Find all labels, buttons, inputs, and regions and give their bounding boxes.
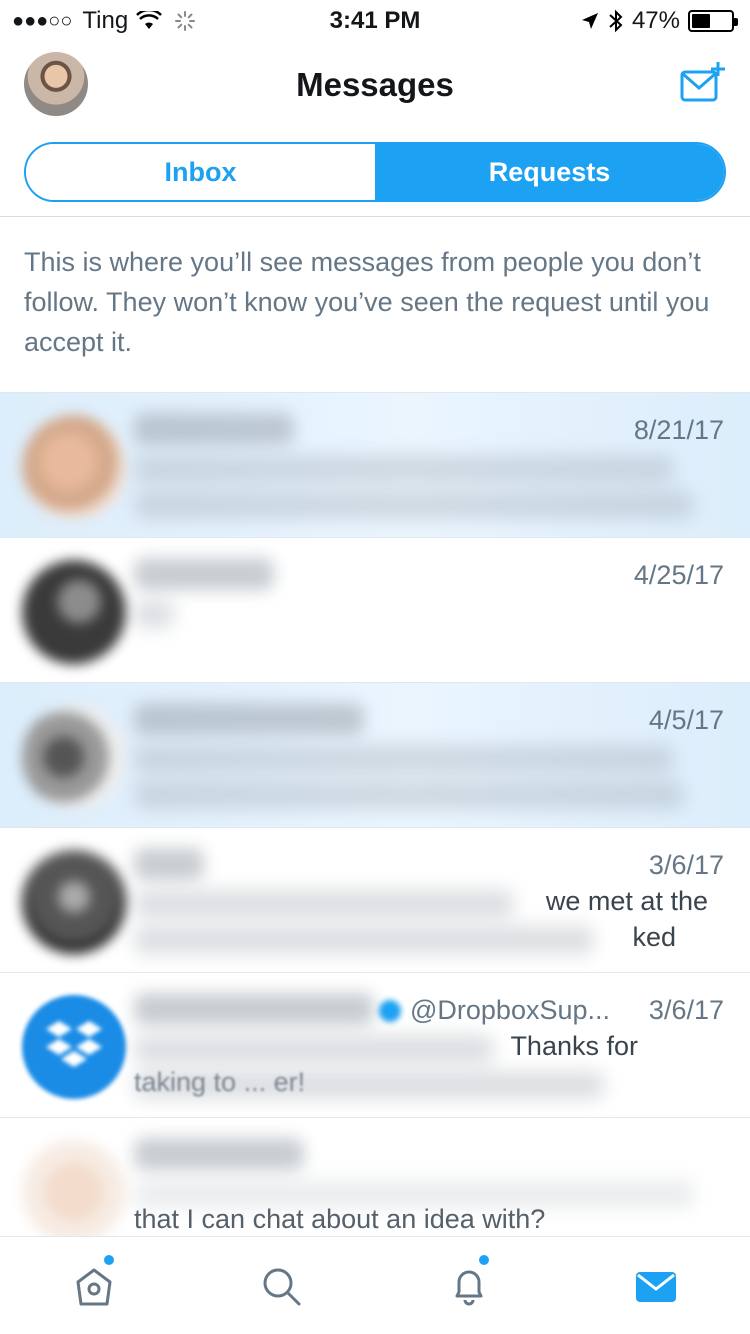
message-snippet: that I can chat about an idea with? xyxy=(134,1204,546,1234)
bottom-tab-bar xyxy=(0,1236,750,1334)
requests-info-text: This is where you’ll see messages from p… xyxy=(24,247,710,357)
new-tweets-dot xyxy=(104,1255,114,1265)
message-preview xyxy=(134,926,594,954)
tab-home[interactable] xyxy=(0,1237,188,1334)
message-snippet: we met at the xyxy=(545,886,708,916)
request-row[interactable]: @DropboxSup... 3/6/17 Thanks for taking … xyxy=(0,972,750,1117)
divider xyxy=(0,216,750,217)
message-preview xyxy=(134,491,694,519)
verified-badge-icon xyxy=(379,1000,401,1022)
envelope-icon xyxy=(636,1271,677,1302)
avatar xyxy=(22,850,126,954)
message-preview xyxy=(134,600,174,628)
new-message-icon[interactable] xyxy=(678,60,726,108)
avatar xyxy=(22,560,126,664)
page-title: Messages xyxy=(296,66,454,103)
request-date: 4/5/17 xyxy=(648,705,724,735)
header: Messages xyxy=(0,40,750,130)
battery-percent: 47% xyxy=(631,7,680,34)
sender-name xyxy=(134,993,374,1025)
dropbox-avatar xyxy=(22,995,126,1099)
search-icon xyxy=(263,1268,301,1305)
battery-level xyxy=(692,14,710,28)
status-bar: ●●●○○ Ting 3:41 PM 47% xyxy=(0,0,750,40)
request-row[interactable]: 4/5/17 xyxy=(0,682,750,827)
bluetooth-icon xyxy=(609,9,623,33)
bell-icon xyxy=(455,1270,483,1305)
tab-inbox[interactable]: Inbox xyxy=(26,144,375,200)
message-snippet: Thanks for xyxy=(510,1031,638,1061)
location-arrow-icon xyxy=(581,13,598,29)
sender-name xyxy=(134,848,204,880)
request-date: 3/6/17 xyxy=(648,850,724,880)
notification-dot xyxy=(479,1255,489,1265)
message-preview xyxy=(134,890,514,918)
request-row[interactable]: 3/6/17 we met at the ked xyxy=(0,827,750,972)
sender-name xyxy=(134,703,364,735)
battery-icon xyxy=(688,10,738,32)
request-row[interactable]: that I can chat about an idea with? xyxy=(0,1117,750,1237)
request-date: 4/25/17 xyxy=(633,560,724,590)
request-date: 3/6/17 xyxy=(648,995,724,1025)
message-preview xyxy=(134,781,684,809)
message-preview xyxy=(134,745,674,773)
request-row[interactable]: 4/25/17 xyxy=(0,537,750,682)
avatar xyxy=(22,705,126,809)
sender-name xyxy=(134,1138,304,1170)
message-preview xyxy=(134,455,674,483)
avatar xyxy=(22,1140,126,1237)
dropbox-logo-icon xyxy=(46,1021,102,1067)
sender-name xyxy=(134,558,274,590)
inbox-requests-toggle: Inbox Requests xyxy=(24,142,726,202)
request-list: 8/21/17 4/25/17 4/5/17 3/6/17 we met at … xyxy=(0,392,750,1237)
message-snippet: ked xyxy=(632,922,676,952)
tab-notifications[interactable] xyxy=(375,1237,563,1334)
home-icon xyxy=(76,1268,112,1305)
status-right: 47% xyxy=(580,7,738,35)
message-snippet: taking to ... er! xyxy=(134,1067,306,1097)
sender-name xyxy=(134,413,294,445)
avatar xyxy=(22,415,126,519)
tab-search[interactable] xyxy=(188,1237,376,1334)
request-row[interactable]: 8/21/17 xyxy=(0,392,750,537)
tab-messages[interactable] xyxy=(563,1237,750,1334)
message-preview xyxy=(134,1035,494,1063)
request-date: 8/21/17 xyxy=(633,415,724,445)
sender-handle: @DropboxSup... xyxy=(410,995,611,1025)
tab-requests[interactable]: Requests xyxy=(375,144,724,200)
